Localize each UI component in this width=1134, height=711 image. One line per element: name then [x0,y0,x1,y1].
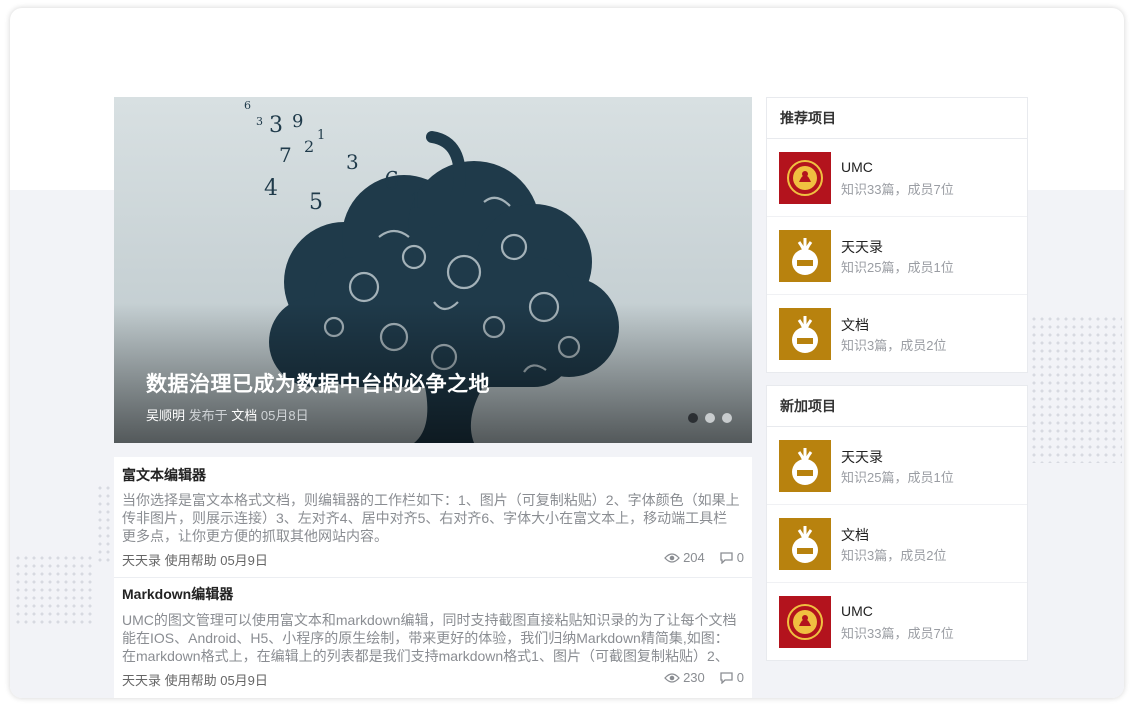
hero-date: 05月8日 [260,408,309,423]
umc-logo [779,596,831,648]
project-item[interactable]: 文档 知识3篇，成员2位 [767,505,1027,583]
svg-text:1: 1 [317,128,325,143]
article-meta: 天天录 使用帮助 05月9日 [122,553,268,568]
hero-published-label: 发布于 [188,408,228,423]
project-info: 知识3篇，成员2位 [841,338,947,353]
project-name[interactable]: 天天录 [841,237,883,257]
list-item[interactable]: 富文本编辑器 当你选择是富文本格式文档，则编辑器的工作栏如下：1、图片（可复制粘… [114,457,752,577]
knowledge-logo [779,440,831,492]
recommended-projects-panel: 推荐项目 UMC 知识33篇，成员7位 天天录 知识25篇，成员1位 文档 知识… [766,97,1028,373]
views-count: 204 [683,550,705,565]
carousel-dot-1[interactable] [688,413,698,423]
views-stat: 230 [664,670,705,685]
hero-category[interactable]: 文档 [231,408,257,423]
project-info: 知识3篇，成员2位 [841,548,947,563]
comment-icon [720,672,733,684]
carousel-indicators [688,413,732,423]
knowledge-logo [779,230,831,282]
article-list: 富文本编辑器 当你选择是富文本格式文档，则编辑器的工作栏如下：1、图片（可复制粘… [114,457,752,698]
carousel-dot-2[interactable] [705,413,715,423]
project-name[interactable]: 天天录 [841,447,883,467]
comments-stat: 0 [719,670,744,685]
article-stats: 204 0 [664,550,744,565]
article-stats: 230 0 [664,670,744,685]
article-summary: UMC的图文管理可以使用富文本和markdown编辑，同时支持截图直接粘贴知识录… [122,612,737,664]
comments-count: 0 [736,550,744,565]
svg-text:6: 6 [244,99,251,112]
knowledge-logo [779,518,831,570]
hero-meta: 吴顺明 发布于 文档 05月8日 [146,405,309,424]
project-name[interactable]: 文档 [841,525,869,545]
project-item[interactable]: 天天录 知识25篇，成员1位 [767,427,1027,505]
project-name[interactable]: 文档 [841,315,869,335]
list-item[interactable]: Markdown编辑器 UMC的图文管理可以使用富文本和markdown编辑，同… [114,578,752,698]
svg-text:4: 4 [264,176,278,201]
project-info: 知识25篇，成员1位 [841,470,954,485]
svg-text:5: 5 [309,190,323,215]
panel-heading: 推荐项目 [767,98,1027,139]
article-title[interactable]: Markdown编辑器 [122,584,233,604]
hero-carousel[interactable]: 3 9 7 2 4 5 3 6 1 6 3 1 数据治理已成为数据中台的必争之地… [114,97,752,443]
views-stat: 204 [664,550,705,565]
decorative-dots [14,554,94,624]
eye-icon [664,552,680,563]
project-info: 知识33篇，成员7位 [841,626,954,641]
comments-count: 0 [736,670,744,685]
svg-text:1: 1 [409,190,423,215]
umc-logo [779,152,831,204]
carousel-dot-3[interactable] [722,413,732,423]
app-window: 3 9 7 2 4 5 3 6 1 6 3 1 数据治理已成为数据中台的必争之地… [10,8,1124,698]
project-name[interactable]: UMC [841,159,873,175]
project-item[interactable]: UMC 知识33篇，成员7位 [767,139,1027,217]
project-info: 知识25篇，成员1位 [841,260,954,275]
new-projects-panel: 新加项目 天天录 知识25篇，成员1位 文档 知识3篇，成员2位 UMC 知识3… [766,385,1028,661]
article-summary: 当你选择是富文本格式文档，则编辑器的工作栏如下：1、图片（可复制粘贴）2、字体颜… [122,492,740,544]
project-info: 知识33篇，成员7位 [841,182,954,197]
hero-author[interactable]: 吴顺明 [146,408,185,423]
article-meta: 天天录 使用帮助 05月9日 [122,673,268,688]
comments-stat: 0 [719,550,744,565]
svg-text:7: 7 [279,143,292,167]
decorative-dots [1030,315,1122,463]
article-title[interactable]: 富文本编辑器 [122,465,206,485]
project-item[interactable]: 文档 知识3篇，成员2位 [767,295,1027,372]
svg-text:3: 3 [346,150,359,174]
svg-text:3: 3 [256,115,263,128]
svg-text:6: 6 [384,167,399,195]
svg-text:9: 9 [292,111,303,132]
views-count: 230 [683,670,705,685]
comment-icon [720,552,733,564]
svg-text:2: 2 [304,137,314,156]
hero-title[interactable]: 数据治理已成为数据中台的必争之地 [146,368,490,398]
knowledge-logo [779,308,831,360]
eye-icon [664,672,680,683]
project-item[interactable]: UMC 知识33篇，成员7位 [767,583,1027,660]
project-name[interactable]: UMC [841,603,873,619]
project-item[interactable]: 天天录 知识25篇，成员1位 [767,217,1027,295]
panel-heading: 新加项目 [767,386,1027,427]
svg-text:3: 3 [269,113,283,138]
